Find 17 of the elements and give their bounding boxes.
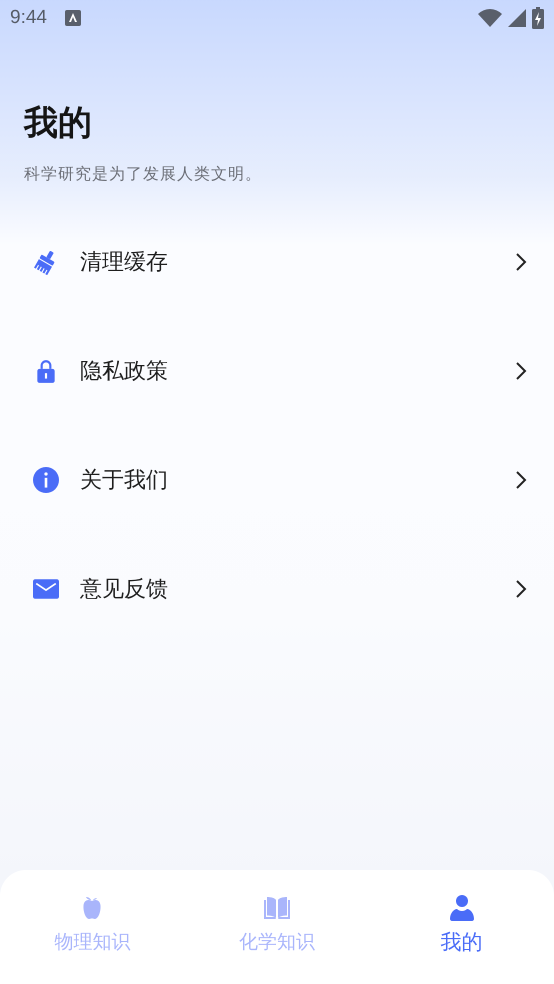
page-title: 我的 (24, 103, 93, 144)
notification-icon (64, 10, 81, 26)
menu-item[interactable]: 意见反馈 (0, 534, 554, 643)
menu-item[interactable]: 隐私政策 (0, 316, 554, 425)
chevron-right-icon (514, 470, 528, 490)
menu-item[interactable]: 关于我们 (0, 425, 554, 534)
chevron-right-icon (514, 578, 528, 598)
chevron-right-icon (514, 360, 528, 380)
signal-icon (508, 9, 526, 27)
info-icon (33, 466, 59, 492)
wifi-icon (478, 9, 502, 27)
chevron-right-icon (514, 252, 528, 272)
menu-item[interactable]: 清理缓存 (0, 207, 554, 316)
status-time: 9:44 (10, 7, 47, 29)
battery-icon (532, 7, 544, 29)
page-subtitle: 科学研究是为了发展人类文明。 (24, 164, 263, 185)
nav-tab[interactable]: 我的 (369, 870, 554, 984)
